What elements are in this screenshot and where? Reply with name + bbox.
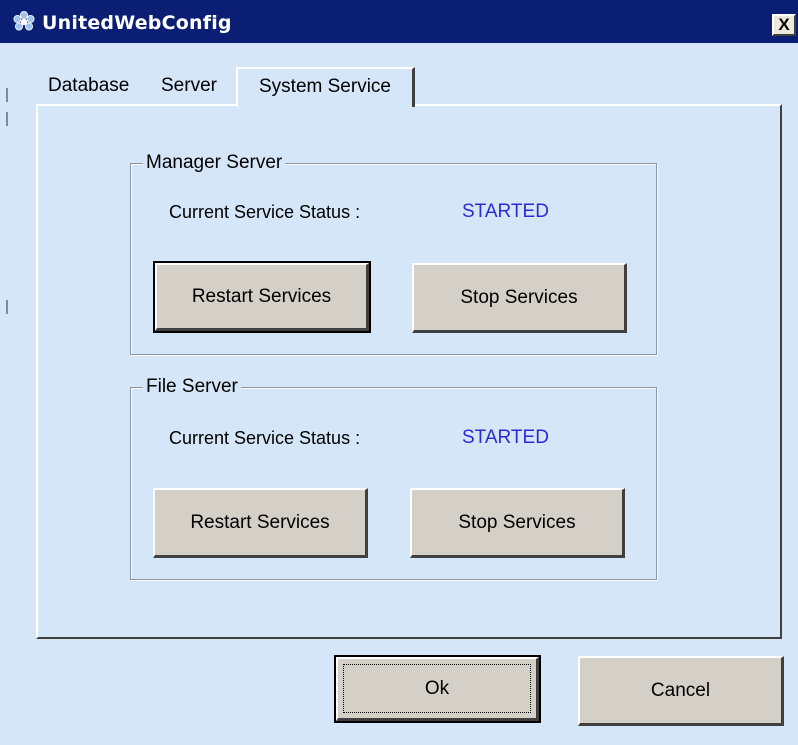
manager-server-title: Manager Server bbox=[143, 151, 286, 175]
manager-restart-label: Restart Services bbox=[191, 285, 332, 307]
manager-status-label: Current Service Status : bbox=[169, 202, 361, 222]
file-stop-button[interactable]: Stop Services bbox=[410, 488, 625, 558]
manager-status-value: STARTED bbox=[462, 201, 549, 222]
edge-tick bbox=[6, 112, 8, 126]
ok-button[interactable]: Ok bbox=[334, 655, 541, 723]
cancel-button[interactable]: Cancel bbox=[578, 656, 784, 726]
tab-system-service[interactable]: System Service bbox=[236, 67, 415, 107]
file-server-title: File Server bbox=[143, 375, 241, 399]
tab-database[interactable]: Database bbox=[48, 70, 129, 104]
cancel-label: Cancel bbox=[650, 679, 711, 701]
title-bar: UnitedWebConfig X bbox=[0, 0, 798, 43]
file-restart-label: Restart Services bbox=[190, 511, 330, 533]
edge-tick bbox=[6, 300, 8, 314]
close-button[interactable]: X bbox=[772, 14, 796, 36]
file-status-value: STARTED bbox=[462, 427, 549, 448]
edge-tick bbox=[6, 88, 8, 102]
file-server-group: File Server Current Service Status : STA… bbox=[130, 375, 657, 580]
manager-stop-button[interactable]: Stop Services bbox=[412, 263, 627, 333]
ok-label: Ok bbox=[424, 677, 450, 699]
close-icon: X bbox=[778, 15, 790, 34]
manager-stop-label: Stop Services bbox=[460, 286, 578, 308]
file-stop-label: Stop Services bbox=[458, 511, 576, 533]
file-status-label: Current Service Status : bbox=[169, 428, 361, 448]
app-gear-icon bbox=[13, 11, 35, 31]
manager-server-group: Manager Server Current Service Status : … bbox=[130, 151, 657, 355]
tab-server[interactable]: Server bbox=[161, 70, 217, 104]
config-window: UnitedWebConfig X Database Server System… bbox=[0, 0, 798, 745]
manager-restart-button[interactable]: Restart Services bbox=[153, 261, 371, 333]
window-title: UnitedWebConfig bbox=[42, 12, 232, 34]
file-restart-button[interactable]: Restart Services bbox=[153, 488, 368, 558]
